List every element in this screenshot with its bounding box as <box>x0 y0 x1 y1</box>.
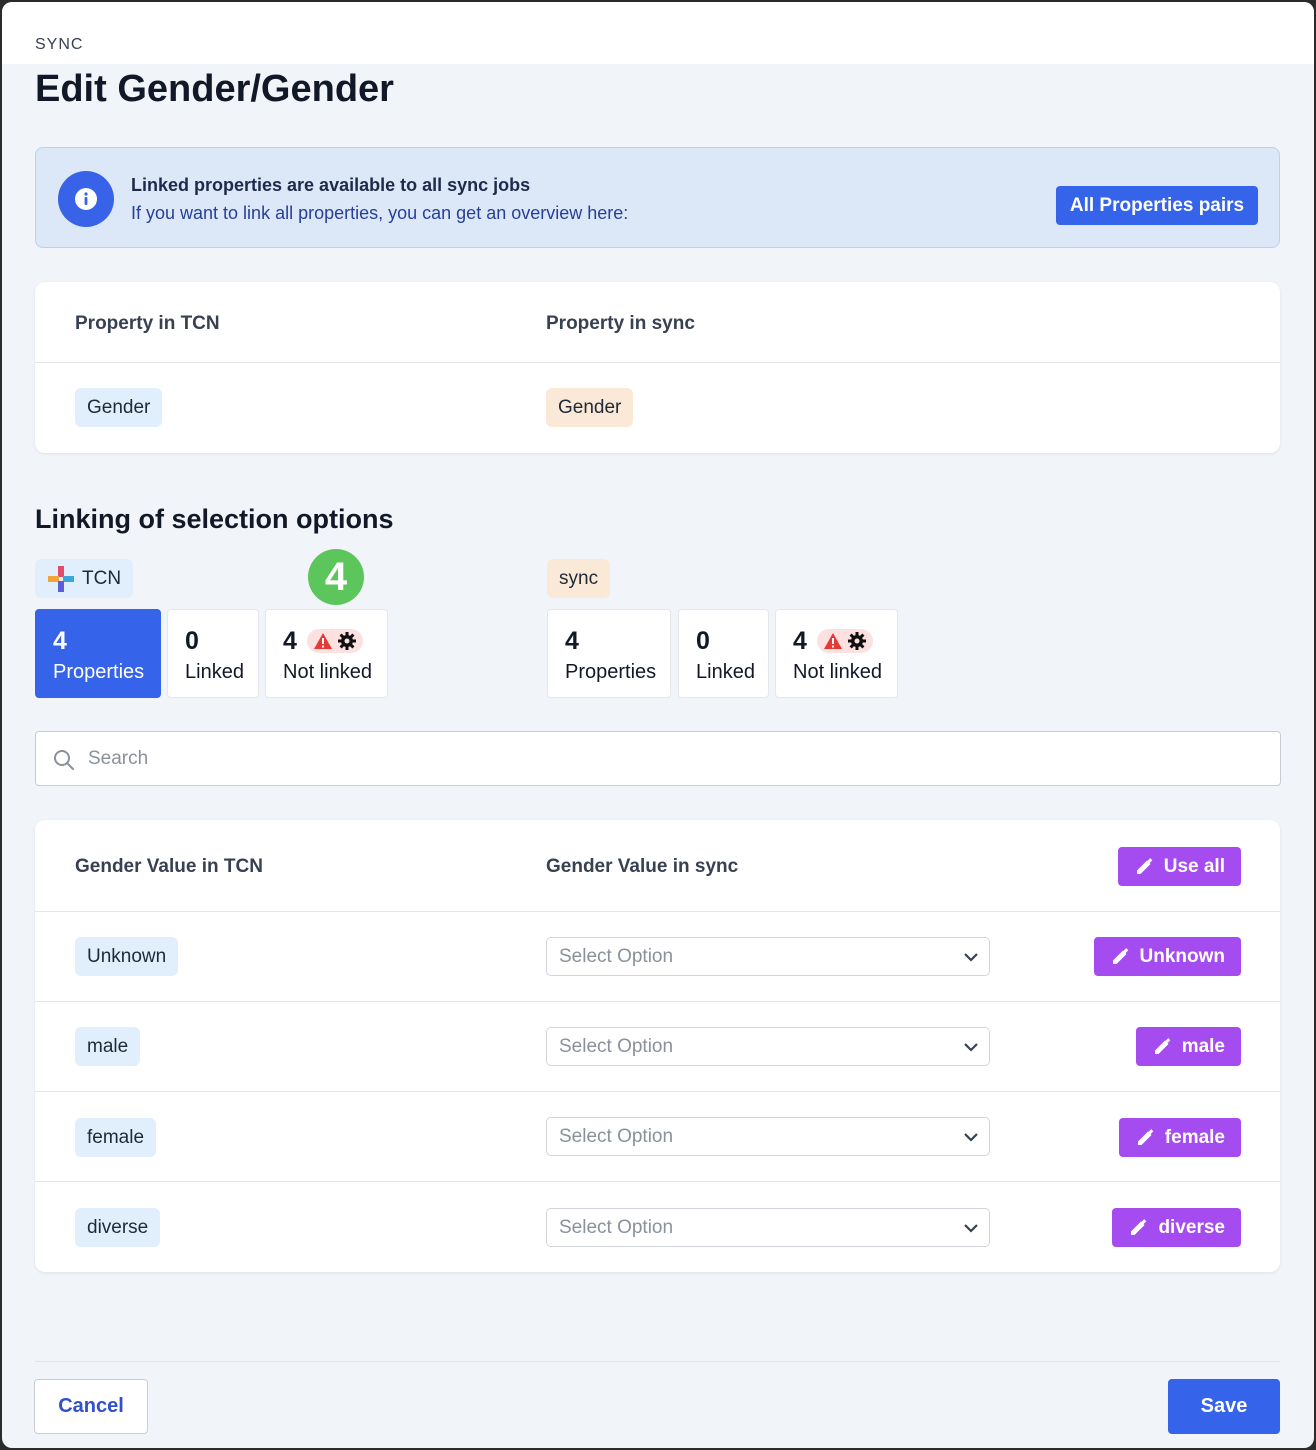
pencil-icon <box>1136 857 1153 874</box>
column-header-sync-value: Gender Value in sync <box>546 856 739 877</box>
pencil-icon <box>1131 1218 1147 1235</box>
tcn-property-tag: Gender <box>75 388 163 427</box>
search-input[interactable] <box>88 742 1258 776</box>
pencil-icon <box>1154 1037 1171 1054</box>
search-icon <box>54 750 74 770</box>
stat-number: 0 <box>185 626 199 655</box>
tcn-value-tag: Unknown <box>75 937 179 976</box>
stat-label: Not linked <box>793 661 882 683</box>
stat-number: 4 <box>565 626 579 655</box>
tcn-stat-properties[interactable]: 4 Properties <box>35 609 161 698</box>
sync-property-tag: Gender <box>546 388 634 427</box>
warning-pill <box>816 629 873 653</box>
tcn-value-tag: female <box>75 1118 157 1157</box>
use-value-label: female <box>1164 1126 1225 1148</box>
sync-stat-linked[interactable]: 0 Linked <box>678 609 769 698</box>
chevron-down-icon <box>964 1224 978 1233</box>
warning-icon <box>823 633 842 649</box>
stat-number: 4 <box>53 626 67 655</box>
use-value-button[interactable]: Unknown <box>1093 937 1241 976</box>
pencil-icon <box>1137 1128 1154 1145</box>
column-header-sync: Property in sync <box>546 313 695 334</box>
chevron-down-icon <box>964 1043 978 1052</box>
page-title: Edit Gender/Gender <box>35 68 394 110</box>
use-value-button[interactable]: male <box>1135 1027 1241 1066</box>
edit-dialog: SYNC Edit Gender/Gender Linked propertie… <box>2 2 1314 1448</box>
count-badge: 4 <box>308 549 364 605</box>
divider <box>35 362 1280 363</box>
select-placeholder: Select Option <box>559 945 674 967</box>
column-header-tcn: Property in TCN <box>75 313 220 334</box>
sync-stat-not-linked[interactable]: 4 Not linked <box>775 609 898 698</box>
pencil-icon <box>1112 947 1128 964</box>
gear-icon <box>847 632 866 650</box>
divider <box>35 911 1280 912</box>
stat-number: 0 <box>696 626 710 655</box>
info-banner: Linked properties are available to all s… <box>35 147 1280 248</box>
select-placeholder: Select Option <box>559 1125 674 1147</box>
section-title: Linking of selection options <box>35 504 394 534</box>
stat-label: Linked <box>696 661 755 683</box>
info-text: If you want to link all properties, you … <box>131 203 629 223</box>
stat-label: Not linked <box>283 661 372 683</box>
tcn-stat-not-linked[interactable]: 4 Not linked <box>265 609 388 698</box>
stat-number: 4 <box>283 626 387 656</box>
property-card: Property in TCN Property in sync Gender … <box>35 282 1280 453</box>
use-value-label: diverse <box>1158 1216 1225 1238</box>
warning-pill <box>306 629 363 653</box>
divider <box>35 1181 1280 1182</box>
top-bar <box>2 2 1314 64</box>
breadcrumb: SYNC <box>35 36 84 53</box>
stat-label: Linked <box>185 661 244 683</box>
stat-number: 4 <box>793 626 897 656</box>
select-placeholder: Select Option <box>559 1035 674 1057</box>
stat-label: Properties <box>565 661 657 683</box>
sync-source-tag: sync <box>547 559 611 598</box>
cancel-button[interactable]: Cancel <box>34 1379 148 1434</box>
chevron-down-icon <box>964 953 978 962</box>
sync-stat-properties[interactable]: 4 Properties <box>547 609 671 698</box>
tcn-source-tag: TCN <box>35 559 134 598</box>
tcn-value-tag: diverse <box>75 1208 161 1247</box>
chevron-down-icon <box>964 1133 978 1142</box>
tcn-logo-icon <box>48 565 74 592</box>
tcn-value-tag: male <box>75 1027 141 1066</box>
info-icon <box>58 171 114 227</box>
select-placeholder: Select Option <box>559 1216 674 1238</box>
use-all-button[interactable]: Use all <box>1117 847 1241 886</box>
gear-icon <box>337 632 356 650</box>
divider <box>35 1001 1280 1002</box>
divider <box>35 1091 1280 1092</box>
tcn-stat-linked[interactable]: 0 Linked <box>167 609 259 698</box>
warning-icon <box>313 633 332 649</box>
values-card: Gender Value in TCN Gender Value in sync… <box>35 820 1280 1272</box>
sync-value-select[interactable]: Select Option <box>546 1208 990 1247</box>
use-value-button[interactable]: diverse <box>1112 1208 1241 1247</box>
stat-label: Properties <box>53 661 145 683</box>
use-all-label: Use all <box>1163 855 1225 877</box>
sync-value-select[interactable]: Select Option <box>546 1117 990 1156</box>
tcn-source-label: TCN <box>82 567 122 589</box>
footer-divider <box>35 1361 1280 1362</box>
all-properties-pairs-button[interactable]: All Properties pairs <box>1056 186 1258 225</box>
stat-number-value: 4 <box>793 626 807 655</box>
use-value-label: male <box>1181 1035 1225 1057</box>
column-header-tcn-value: Gender Value in TCN <box>75 856 263 877</box>
use-value-label: Unknown <box>1139 945 1226 967</box>
save-button[interactable]: Save <box>1168 1379 1280 1434</box>
sync-value-select[interactable]: Select Option <box>546 1027 990 1066</box>
use-value-button[interactable]: female <box>1118 1118 1241 1157</box>
search-box <box>35 731 1281 786</box>
sync-value-select[interactable]: Select Option <box>546 937 990 976</box>
stat-number-value: 4 <box>283 626 297 655</box>
info-title: Linked properties are available to all s… <box>131 175 531 195</box>
